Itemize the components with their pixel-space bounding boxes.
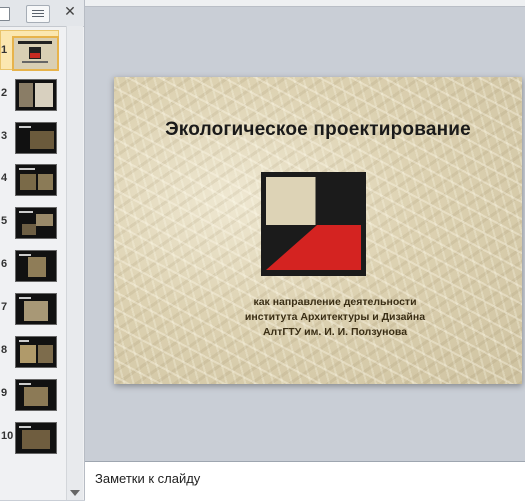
ruler-bar — [85, 0, 525, 7]
slide-thumbnail-row[interactable]: 8 — [0, 336, 66, 376]
slide-thumbnail-row[interactable]: 9 — [0, 379, 66, 419]
current-slide[interactable]: Экологическое проектирование как направл… — [114, 77, 522, 384]
notes-placeholder[interactable]: Заметки к слайду — [95, 471, 200, 486]
scroll-down-arrow-icon[interactable] — [70, 490, 80, 496]
slide-thumbnail-row[interactable]: 7 — [0, 293, 66, 333]
slide-number: 7 — [1, 301, 8, 313]
slide-thumbnail-row[interactable]: 10 — [0, 422, 66, 462]
pane-tabs: ✕ — [0, 0, 84, 27]
slide-thumbnail[interactable] — [15, 422, 57, 454]
slide-thumbnail-row[interactable]: 1 — [0, 36, 66, 76]
slide-number: 10 — [1, 430, 14, 442]
slide-number: 9 — [1, 387, 8, 399]
slide-thumbnail-row[interactable]: 5 — [0, 207, 66, 247]
slide-subtitle[interactable]: как направление деятельности института А… — [180, 295, 490, 340]
slide-thumbnail[interactable] — [15, 164, 57, 196]
slide-thumbnail[interactable] — [15, 379, 57, 411]
close-pane-icon[interactable]: ✕ — [62, 3, 78, 21]
thumbnail-scrollbar[interactable] — [66, 26, 83, 500]
slide-title[interactable]: Экологическое проектирование — [114, 119, 522, 141]
slides-thumbnail-pane: ✕ 1 2 3 4 5 6 7 8 9 10 — [0, 0, 85, 500]
slide-thumbnail[interactable] — [15, 250, 57, 282]
slide-number: 3 — [1, 130, 8, 142]
slide-number: 2 — [1, 87, 8, 99]
slide-thumbnail[interactable] — [15, 336, 57, 368]
logo-light-notch — [266, 177, 317, 225]
slide-number: 5 — [1, 215, 8, 227]
slide-thumbnail-row[interactable]: 6 — [0, 250, 66, 290]
slide-thumbnail-row[interactable]: 3 — [0, 122, 66, 162]
subtitle-line: как направление деятельности — [253, 296, 417, 308]
slide-thumbnail[interactable] — [12, 36, 59, 71]
subtitle-line: института Архитектуры и Дизайна — [244, 311, 426, 323]
slide-number: 8 — [1, 344, 8, 356]
slide-number: 1 — [1, 44, 8, 56]
notes-pane[interactable]: Заметки к слайду — [85, 461, 525, 501]
slides-tab[interactable] — [0, 7, 10, 21]
subtitle-line: АлтГТУ им. И. И. Ползунова — [262, 326, 408, 338]
slide-thumbnail[interactable] — [15, 122, 57, 154]
outline-tab-icon[interactable] — [26, 5, 50, 23]
slide-thumbnail-row[interactable]: 4 — [0, 164, 66, 204]
slide-thumbnail[interactable] — [15, 207, 57, 239]
logo-icon — [261, 172, 366, 276]
slide-thumbnail[interactable] — [15, 293, 57, 325]
slide-number: 4 — [1, 172, 8, 184]
slide-number: 6 — [1, 258, 8, 270]
slide-thumbnail[interactable] — [15, 79, 57, 111]
slide-thumbnail-row[interactable]: 2 — [0, 79, 66, 119]
